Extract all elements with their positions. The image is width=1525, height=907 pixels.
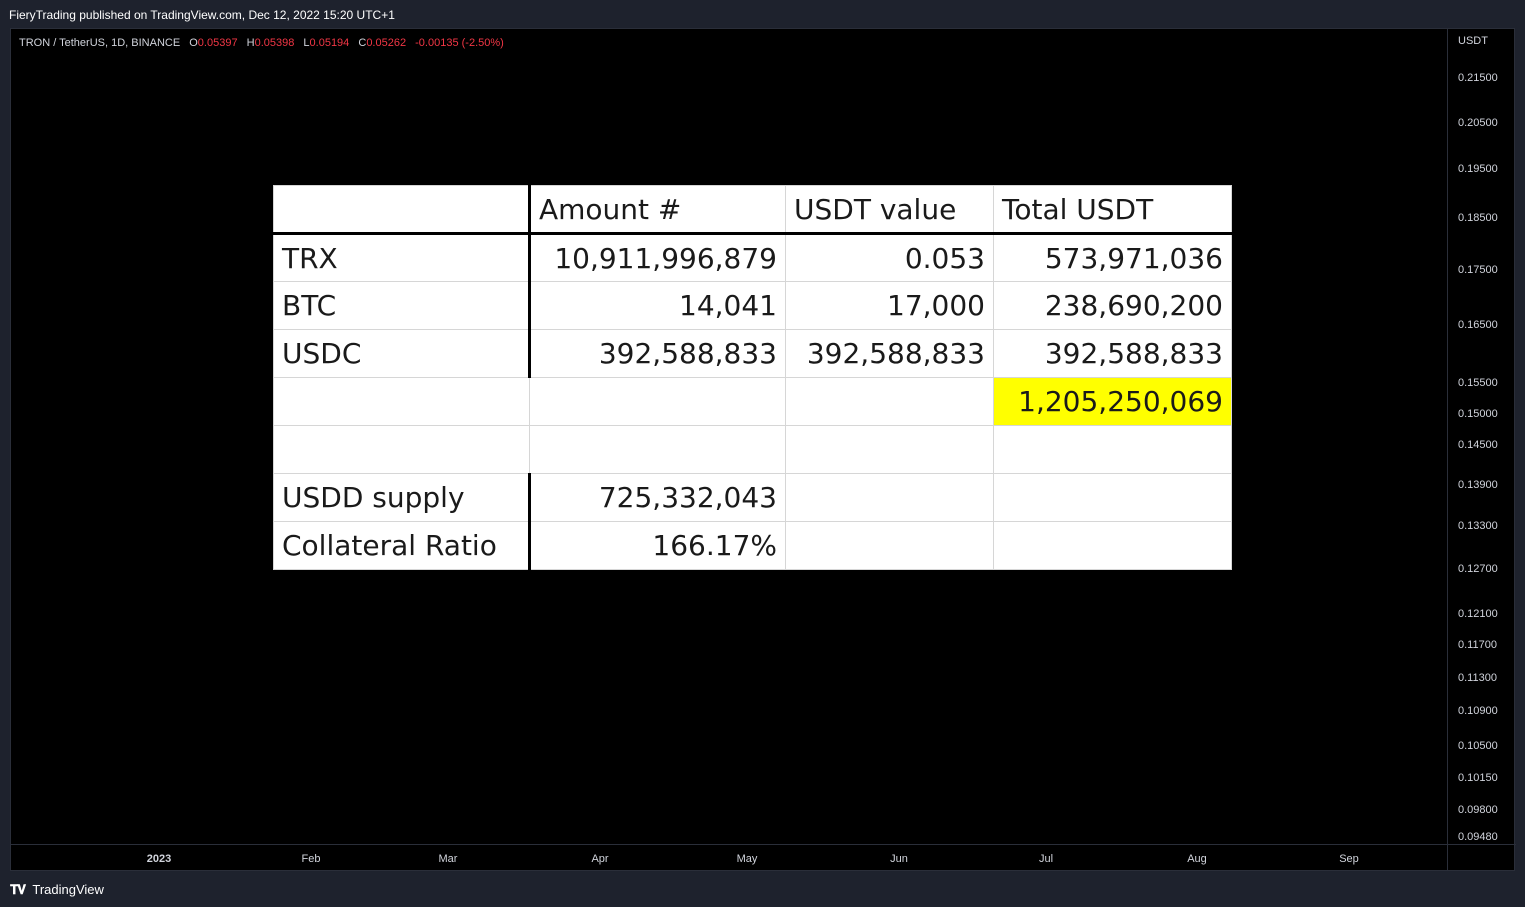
tradingview-logo-icon: 𝐓𝐕: [10, 882, 26, 897]
table-header-cell: USDT value: [785, 185, 994, 235]
high-value: 0.05398: [254, 37, 295, 49]
time-tick: Aug: [1187, 853, 1207, 865]
table-cell: 14,041: [529, 281, 786, 330]
change-value: -0.00135 (-2.50%): [415, 37, 504, 49]
table-cell: 0.053: [785, 233, 994, 282]
table-cell: [273, 377, 530, 426]
price-tick: 0.21500: [1458, 72, 1498, 84]
table-cell: 392,588,833: [785, 329, 994, 378]
table-cell: [785, 377, 994, 426]
open-label: O: [189, 37, 198, 49]
table-cell: [529, 377, 786, 426]
price-tick: 0.12700: [1458, 563, 1498, 575]
price-tick: 0.10500: [1458, 740, 1498, 752]
price-tick: 0.14500: [1458, 439, 1498, 451]
price-tick: 0.15000: [1458, 408, 1498, 420]
open-value: 0.05397: [197, 37, 238, 49]
time-tick: Jun: [890, 853, 908, 865]
table-cell: [993, 425, 1232, 474]
table-cell: 10,911,996,879: [529, 233, 786, 282]
table-row: TRX 10,911,996,879 0.053 573,971,036: [273, 233, 1232, 282]
symbol-legend: TRON / TetherUS, 1D, BINANCE O0.05397 H0…: [19, 37, 504, 49]
table-cell: [785, 521, 994, 570]
table-header-cell: Amount #: [529, 185, 786, 235]
table-cell: 238,690,200: [993, 281, 1232, 330]
collateral-table: Amount # USDT value Total USDT TRX 10,91…: [273, 185, 1232, 570]
table-cell: 392,588,833: [529, 329, 786, 378]
price-tick: 0.16500: [1458, 319, 1498, 331]
top-bar: FieryTrading published on TradingView.co…: [0, 0, 1525, 28]
price-axis[interactable]: USDT 0.21500 0.20500 0.19500 0.18500 0.1…: [1447, 29, 1516, 844]
symbol-title: TRON / TetherUS, 1D, BINANCE: [19, 37, 181, 49]
price-tick: 0.15500: [1458, 377, 1498, 389]
time-tick: Mar: [438, 853, 458, 865]
table-cell: 725,332,043: [529, 473, 786, 522]
price-tick: 0.11700: [1458, 639, 1497, 651]
table-cell: 573,971,036: [993, 233, 1232, 282]
table-header-row: Amount # USDT value Total USDT: [273, 185, 1232, 235]
table-cell: USDC: [273, 329, 531, 378]
price-tick: 0.18500: [1458, 212, 1498, 224]
price-tick: 0.20500: [1458, 117, 1498, 129]
table-header-cell: Total USDT: [993, 185, 1232, 235]
tradingview-brand[interactable]: 𝐓𝐕 TradingView: [10, 882, 104, 898]
time-tick: 2023: [146, 853, 172, 865]
axis-corner: [1447, 844, 1516, 872]
table-cell: [785, 473, 994, 522]
table-cell: 166.17%: [529, 521, 786, 570]
low-value: 0.05194: [309, 37, 350, 49]
chart-frame[interactable]: TRON / TetherUS, 1D, BINANCE O0.05397 H0…: [10, 28, 1516, 872]
table-cell: USDD supply: [273, 473, 531, 522]
price-tick: 0.09480: [1458, 831, 1498, 843]
table-row: BTC 14,041 17,000 238,690,200: [273, 281, 1232, 330]
table-cell: [529, 425, 786, 474]
price-tick: 0.10150: [1458, 772, 1498, 784]
table-cell: BTC: [273, 281, 531, 330]
price-tick: 0.13300: [1458, 520, 1498, 532]
table-cell: [273, 425, 530, 474]
time-tick: Sep: [1339, 853, 1359, 865]
price-tick: 0.10900: [1458, 705, 1498, 717]
table-cell: TRX: [273, 233, 531, 282]
table-row: 1,205,250,069: [273, 377, 1232, 426]
close-value: 0.05262: [366, 37, 407, 49]
table-cell: Collateral Ratio: [273, 521, 531, 570]
price-tick: 0.11300: [1458, 672, 1497, 684]
price-tick: 0.19500: [1458, 163, 1498, 175]
publication-info: FieryTrading published on TradingView.co…: [9, 8, 395, 22]
time-tick: Apr: [591, 853, 609, 865]
table-header-cell: [273, 185, 531, 235]
footer: 𝐓𝐕 TradingView: [0, 871, 1525, 907]
table-row: Collateral Ratio 166.17%: [273, 521, 1232, 570]
brand-name: TradingView: [32, 882, 104, 897]
time-tick: Jul: [1038, 853, 1054, 865]
time-tick: May: [736, 853, 758, 865]
price-tick: 0.17500: [1458, 264, 1498, 276]
price-tick: 0.13900: [1458, 479, 1498, 491]
time-tick: Feb: [301, 853, 321, 865]
table-cell: [785, 425, 994, 474]
table-row: USDC 392,588,833 392,588,833 392,588,833: [273, 329, 1232, 378]
total-usdt-cell: 1,205,250,069: [993, 377, 1232, 426]
table-row: [273, 425, 1232, 474]
price-tick: 0.09800: [1458, 804, 1498, 816]
high-label: H: [246, 37, 255, 49]
table-cell: [993, 473, 1232, 522]
table-cell: 392,588,833: [993, 329, 1232, 378]
price-tick: 0.12100: [1458, 608, 1498, 620]
table-cell: [993, 521, 1232, 570]
table-row: USDD supply 725,332,043: [273, 473, 1232, 522]
time-axis[interactable]: 2023 Feb Mar Apr May Jun Jul Aug Sep: [11, 844, 1447, 872]
price-axis-currency: USDT: [1458, 35, 1488, 47]
table-cell: 17,000: [785, 281, 994, 330]
